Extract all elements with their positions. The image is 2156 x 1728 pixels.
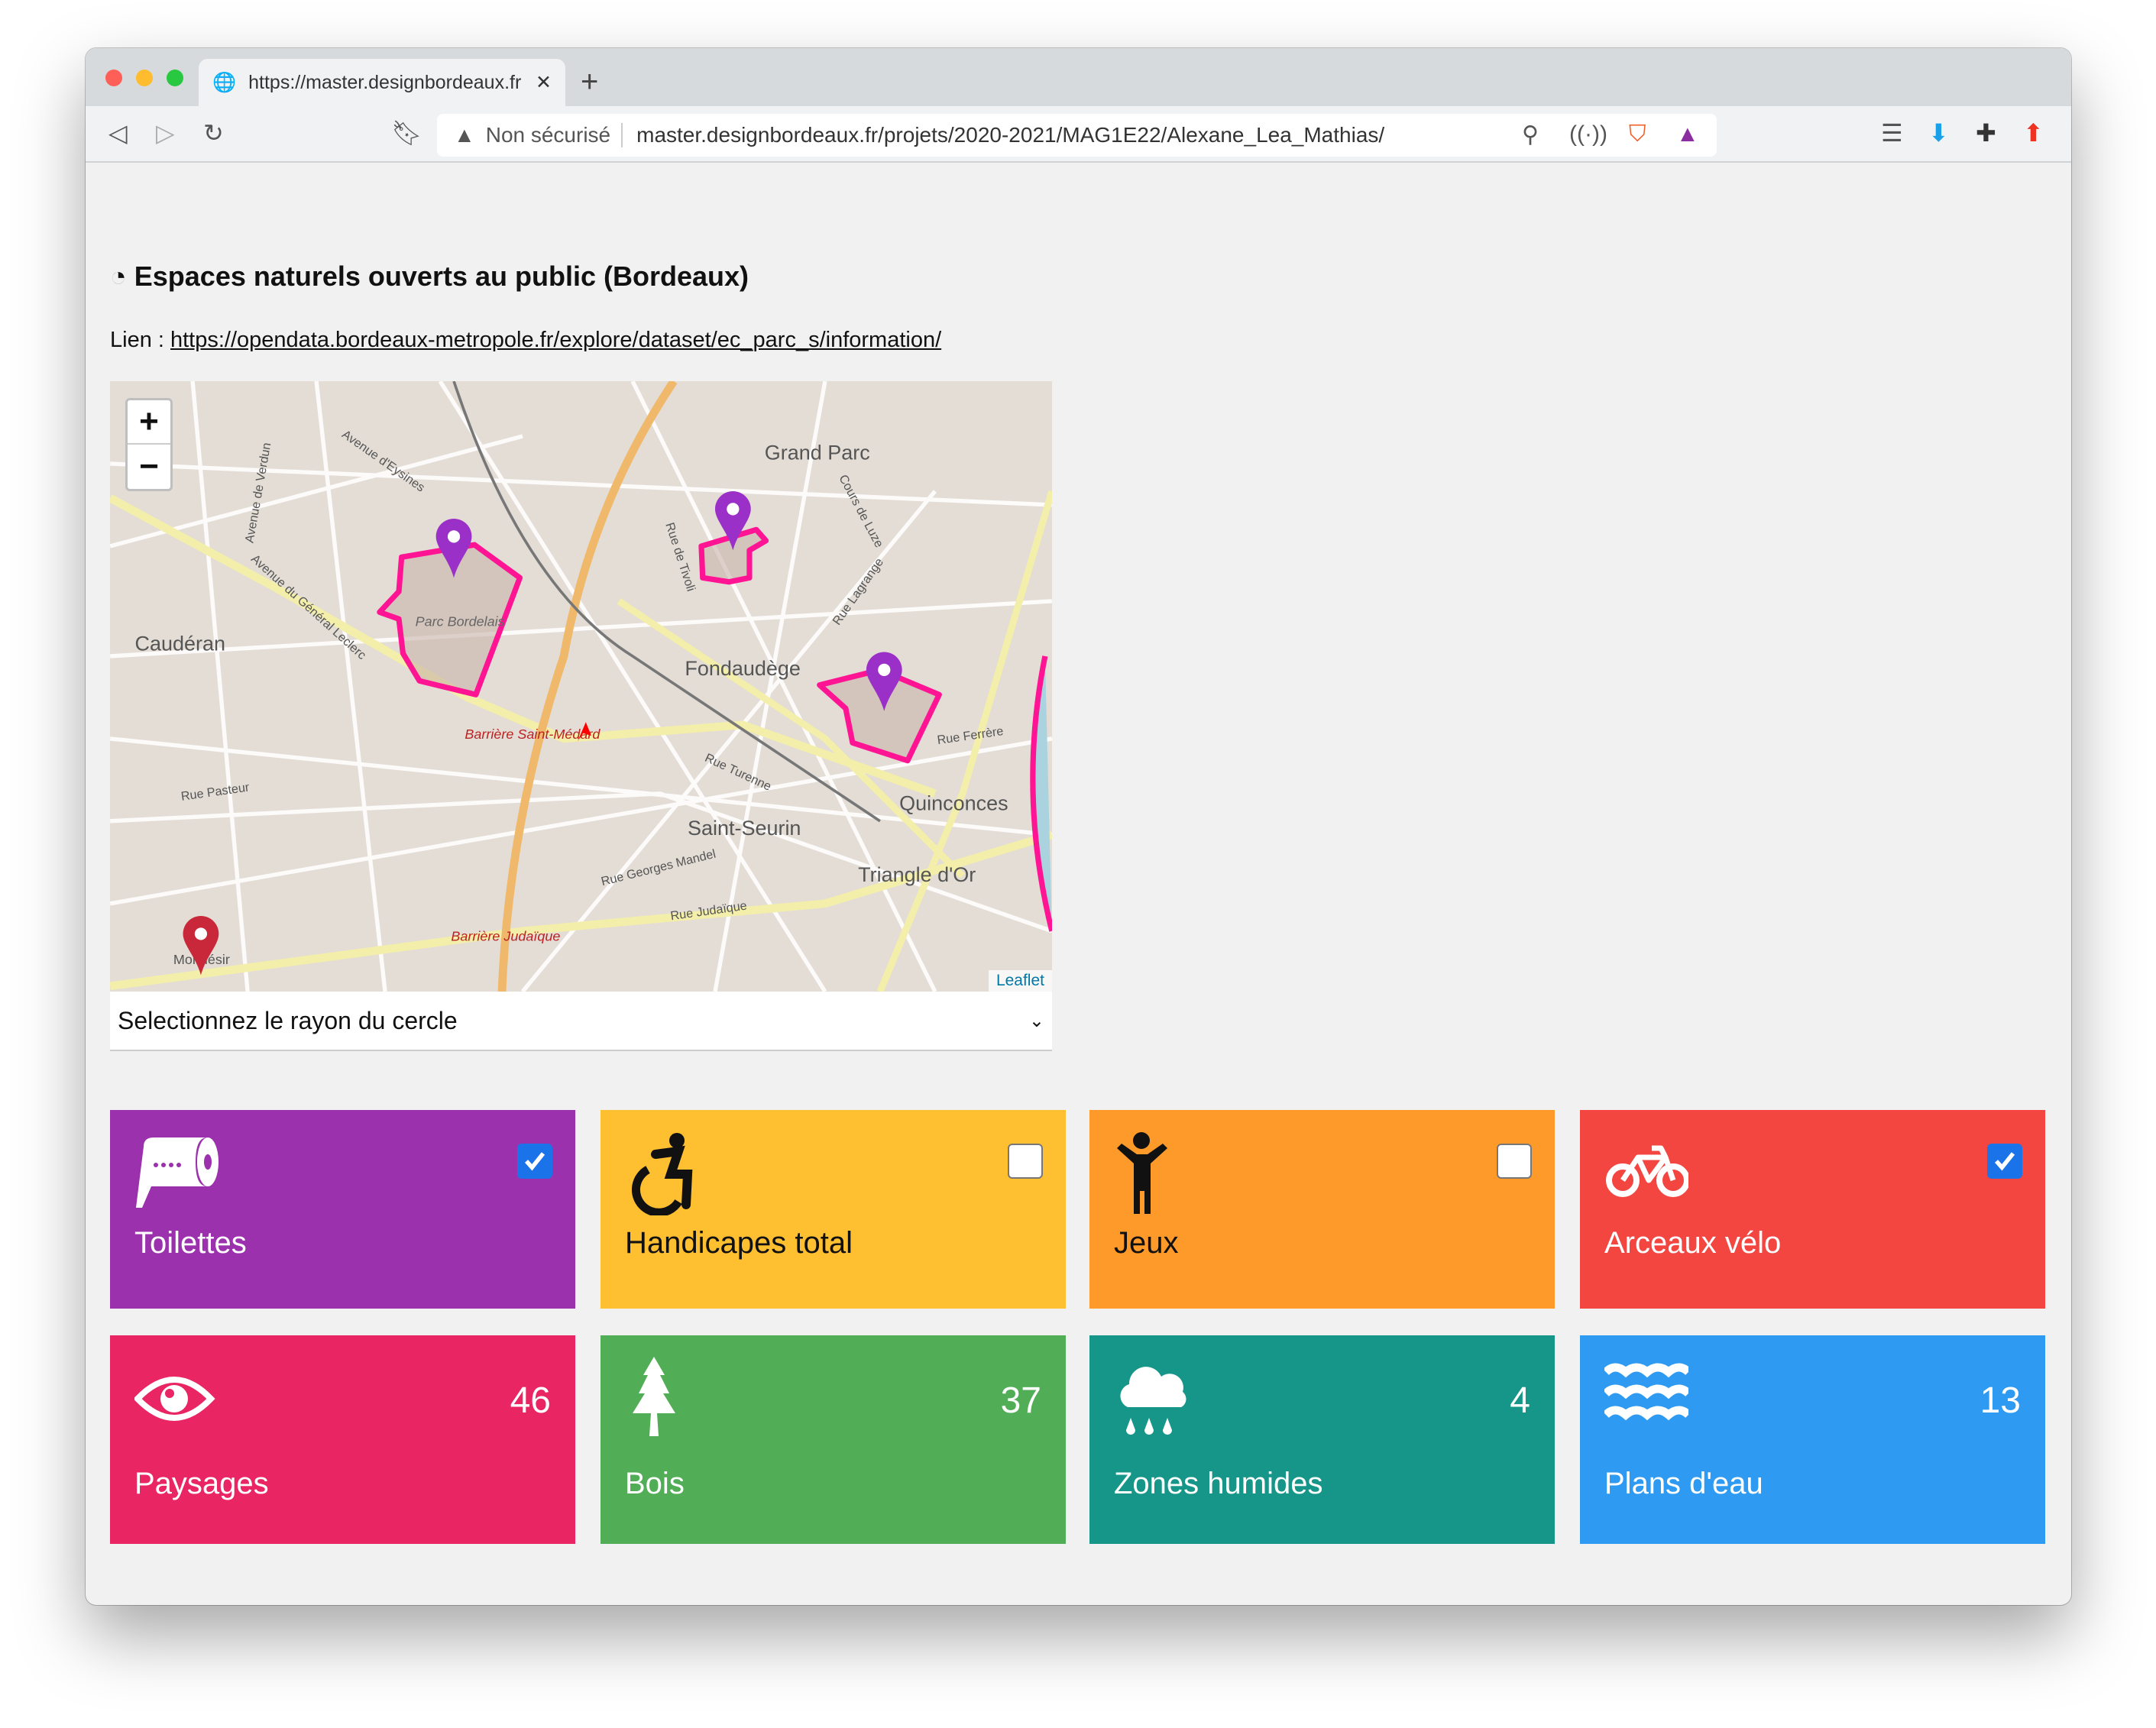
map-tiles: Grand Parc Caudéran Fondaudège Saint-Seu…: [110, 381, 1052, 992]
stat-value: 46: [510, 1380, 551, 1421]
stat-value: 37: [1000, 1380, 1041, 1421]
maximize-window-button[interactable]: [167, 70, 183, 86]
map-label: Rue Lagrange: [830, 555, 886, 627]
map-label: Cours de Luze: [836, 472, 885, 549]
location-icon[interactable]: ⚲: [1522, 121, 1539, 148]
water-icon: [1604, 1363, 1688, 1421]
tree-icon: [633, 1357, 675, 1436]
map-label: Caudéran: [135, 633, 226, 655]
map-label: Quinconces: [899, 791, 1008, 814]
brave-rewards-icon[interactable]: ▲: [1676, 121, 1699, 147]
source-link-row: Lien : https://opendata.bordeaux-metropo…: [110, 328, 941, 353]
download-icon[interactable]: ⬇: [1928, 118, 1949, 147]
stat-card-zones-humides: 4 Zones humides: [1089, 1335, 1555, 1544]
stat-value: 13: [1980, 1380, 2021, 1421]
globe-icon: 🌐: [212, 71, 237, 93]
map-label: Rue de Tivoli: [662, 521, 698, 594]
minimize-window-button[interactable]: [136, 70, 153, 86]
leaflet-attribution-link[interactable]: Leaflet: [988, 970, 1052, 992]
bicycle-icon: [1606, 1145, 1688, 1197]
filter-card-handicapes[interactable]: Handicapes total: [601, 1110, 1066, 1309]
extension-list-icon[interactable]: ☰: [1881, 118, 1903, 147]
eye-icon: [134, 1377, 215, 1421]
browser-window: 🌐 https://master.designbordeaux.fr ✕ + ◁…: [86, 48, 2071, 1605]
browser-tab[interactable]: 🌐 https://master.designbordeaux.fr ✕: [199, 59, 565, 106]
stat-card-plans-deau: 13 Plans d'eau: [1580, 1335, 2045, 1544]
map-label: Barrière Judaïque: [451, 928, 560, 943]
jeux-checkbox[interactable]: [1497, 1144, 1532, 1179]
broadcast-icon[interactable]: ((·)): [1569, 121, 1607, 147]
reload-icon[interactable]: ↻: [203, 118, 224, 147]
cloud-rain-icon: [1120, 1367, 1186, 1435]
toolbar: ◁ ▷ ↻ 🔖︎ ▲ Non sécurisé master.designbor…: [86, 106, 2071, 163]
brave-shield-icon[interactable]: ⛉: [1629, 121, 1646, 147]
toilet-paper-icon: [136, 1137, 219, 1208]
forward-icon[interactable]: ▷: [156, 118, 175, 147]
tab-bar: 🌐 https://master.designbordeaux.fr ✕ +: [86, 48, 2071, 106]
card-label: Toilettes: [134, 1226, 247, 1260]
map-label: Fondaudège: [685, 657, 801, 680]
dashboard-icon: ◔: [110, 260, 127, 292]
card-label: Handicapes total: [625, 1226, 853, 1260]
source-link[interactable]: https://opendata.bordeaux-metropole.fr/e…: [170, 328, 941, 352]
map-label: Triangle d'Or: [858, 863, 976, 886]
handicapes-checkbox[interactable]: [1008, 1144, 1043, 1179]
page-title: ◔ Espaces naturels ouverts au public (Bo…: [110, 260, 749, 293]
card-label: Zones humides: [1114, 1467, 1323, 1500]
filter-card-jeux[interactable]: Jeux: [1089, 1110, 1555, 1309]
radius-select-value: Selectionnez le rayon du cercle: [118, 1006, 458, 1034]
map-label: Parc Bordelais: [416, 613, 505, 629]
url-text[interactable]: master.designbordeaux.fr/projets/2020-20…: [636, 123, 1384, 147]
close-window-button[interactable]: [105, 70, 122, 86]
map-label: Saint-Seurin: [688, 817, 801, 840]
map-label: Grand Parc: [765, 442, 870, 464]
map-label: Rue Turenne: [703, 751, 773, 794]
radius-select[interactable]: Selectionnez le rayon du cercle ⌄: [110, 992, 1052, 1051]
back-icon[interactable]: ◁: [108, 118, 128, 147]
map-label: Avenue de Verdun: [243, 442, 274, 544]
map-label: Rue Georges Mandel: [600, 847, 717, 889]
new-tab-button[interactable]: +: [581, 65, 598, 99]
card-label: Plans d'eau: [1604, 1467, 1763, 1500]
stat-card-bois: 37 Bois: [601, 1335, 1066, 1544]
link-prefix: Lien :: [110, 328, 170, 352]
toilettes-checkbox[interactable]: [517, 1144, 552, 1179]
security-label[interactable]: Non sécurisé: [486, 123, 623, 147]
zoom-in-button[interactable]: +: [128, 400, 170, 445]
page-title-text: Espaces naturels ouverts au public (Bord…: [134, 260, 749, 292]
map-label: Barrière Saint-Médard: [465, 726, 601, 742]
arceaux-velo-checkbox[interactable]: [1987, 1144, 2022, 1179]
filter-card-toilettes[interactable]: Toilettes: [110, 1110, 575, 1309]
card-label: Jeux: [1114, 1226, 1179, 1260]
child-icon: [1117, 1132, 1167, 1214]
card-label: Bois: [625, 1467, 685, 1500]
wheelchair-icon: [631, 1133, 693, 1215]
map-label: Rue Judaïque: [669, 899, 747, 924]
card-label: Arceaux vélo: [1604, 1226, 1782, 1260]
zoom-control: + −: [125, 398, 173, 491]
card-label: Paysages: [134, 1467, 269, 1500]
stat-value: 4: [1510, 1380, 1530, 1421]
address-bar[interactable]: ▲ Non sécurisé master.designbordeaux.fr/…: [437, 114, 1717, 157]
filter-card-arceaux-velo[interactable]: Arceaux vélo: [1580, 1110, 2045, 1309]
map[interactable]: Grand Parc Caudéran Fondaudège Saint-Seu…: [110, 381, 1052, 992]
bookmark-icon[interactable]: 🔖︎: [391, 118, 422, 147]
update-icon[interactable]: ⬆: [2023, 118, 2044, 147]
tab-title: https://master.designbordeaux.fr: [248, 71, 522, 93]
close-tab-icon[interactable]: ✕: [536, 71, 552, 94]
stat-card-paysages: 46 Paysages: [110, 1335, 575, 1544]
warning-icon: ▲: [454, 123, 475, 147]
boulevard-road: [497, 381, 678, 992]
chevron-down-icon: ⌄: [1028, 1010, 1044, 1031]
map-label: Avenue d'Eysines: [339, 428, 427, 495]
map-label: Rue Pasteur: [180, 780, 251, 803]
zoom-out-button[interactable]: −: [128, 445, 170, 489]
puzzle-icon[interactable]: ✚: [1976, 118, 1996, 147]
map-label: Rue Ferrère: [937, 724, 1005, 747]
river-boundary: [1030, 655, 1052, 932]
